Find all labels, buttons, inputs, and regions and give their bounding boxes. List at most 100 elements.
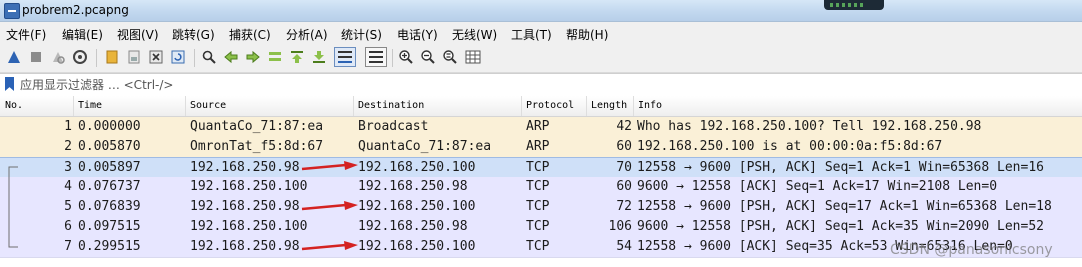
zoom-in-icon[interactable] (398, 49, 414, 65)
packet-row[interactable]: 1 0.000000 QuantaCo_71:87:ea Broadcast A… (0, 117, 1082, 138)
column-divider[interactable] (73, 96, 74, 116)
reload-file-icon[interactable] (170, 49, 186, 65)
column-divider[interactable] (185, 96, 186, 116)
display-filter-input[interactable]: 应用显示过滤器 … <Ctrl-/> (20, 76, 173, 93)
column-divider[interactable] (521, 96, 522, 116)
find-packet-icon[interactable] (201, 49, 217, 65)
toolbar-separator (392, 49, 393, 67)
packet-destination: 192.168.250.98 (358, 219, 468, 234)
packet-source: 192.168.250.98 (190, 160, 300, 175)
title-bar-widget (824, 0, 884, 10)
go-last-icon[interactable] (311, 49, 327, 65)
colorize-icon[interactable] (365, 47, 387, 67)
column-divider[interactable] (353, 96, 354, 116)
filter-bookmark-icon[interactable] (5, 77, 14, 91)
column-header-info[interactable]: Info (638, 100, 662, 111)
packet-source: 192.168.250.100 (190, 179, 308, 194)
packet-time: 0.000000 (78, 119, 141, 134)
packet-destination: 192.168.250.100 (358, 160, 476, 175)
packet-source: OmronTat_f5:8d:67 (190, 139, 324, 154)
go-back-icon[interactable] (223, 49, 239, 65)
packet-length: 72 (616, 199, 632, 214)
column-divider[interactable] (633, 96, 634, 116)
menu-analyze[interactable]: 分析(A) (286, 26, 328, 43)
menu-view[interactable]: 视图(V) (117, 26, 159, 43)
stop-capture-icon[interactable] (28, 49, 44, 65)
zoom-out-icon[interactable] (420, 49, 436, 65)
packet-length: 42 (616, 119, 632, 134)
restart-capture-icon[interactable] (50, 49, 66, 65)
main-toolbar (0, 44, 1082, 73)
packet-length: 106 (608, 219, 632, 234)
wireshark-app-icon (4, 3, 20, 19)
packet-time: 0.005870 (78, 139, 141, 154)
packet-protocol: TCP (526, 219, 550, 234)
column-header-time[interactable]: Time (78, 100, 102, 111)
menu-capture[interactable]: 捕获(C) (229, 26, 271, 43)
packet-info: 12558 → 9600 [PSH, ACK] Seq=1 Ack=1 Win=… (637, 160, 1044, 175)
packet-row-selected[interactable]: 3 0.005897 192.168.250.98 192.168.250.10… (0, 157, 1082, 179)
display-filter-bar: 应用显示过滤器 … <Ctrl-/> (0, 73, 1082, 97)
shark-fin-start-icon[interactable] (6, 49, 22, 65)
menu-tools[interactable]: 工具(T) (511, 26, 552, 43)
packet-row[interactable]: 5 0.076839 192.168.250.98 192.168.250.10… (0, 197, 1082, 218)
packet-protocol: TCP (526, 199, 550, 214)
packet-destination: 192.168.250.100 (358, 199, 476, 214)
go-first-icon[interactable] (289, 49, 305, 65)
packet-length: 60 (616, 139, 632, 154)
packet-source: 192.168.250.100 (190, 219, 308, 234)
packet-time: 0.299515 (78, 239, 141, 254)
packet-list[interactable]: No. Time Source Destination Protocol Len… (0, 96, 1082, 267)
toolbar-separator (194, 49, 195, 67)
title-bar: probrem2.pcapng (0, 0, 1082, 22)
packet-row[interactable]: 6 0.097515 192.168.250.100 192.168.250.9… (0, 217, 1082, 238)
save-file-icon[interactable] (126, 49, 142, 65)
menu-edit[interactable]: 编辑(E) (62, 26, 103, 43)
csdn-watermark: CSDN @panasonicsony (890, 242, 1053, 258)
go-forward-icon[interactable] (245, 49, 261, 65)
packet-destination: Broadcast (358, 119, 429, 134)
autoscroll-icon[interactable] (334, 47, 356, 67)
menu-file[interactable]: 文件(F) (6, 26, 46, 43)
packet-destination: QuantaCo_71:87:ea (358, 139, 492, 154)
annotation-arrow (301, 241, 358, 251)
packet-source: 192.168.250.98 (190, 199, 300, 214)
packet-source: 192.168.250.98 (190, 239, 300, 254)
packet-length: 60 (616, 179, 632, 194)
column-divider[interactable] (586, 96, 587, 116)
packet-protocol: TCP (526, 179, 550, 194)
packet-destination: 192.168.250.98 (358, 179, 468, 194)
menu-bar: 文件(F) 编辑(E) 视图(V) 跳转(G) 捕获(C) 分析(A) 统计(S… (0, 22, 1082, 44)
packet-time: 0.005897 (78, 160, 141, 175)
packet-info: 9600 → 12558 [ACK] Seq=1 Ack=17 Win=2108… (637, 179, 998, 194)
packet-no: 1 (64, 119, 72, 134)
menu-wireless[interactable]: 无线(W) (452, 26, 497, 43)
resize-columns-icon[interactable] (465, 49, 481, 65)
packet-info: Who has 192.168.250.100? Tell 192.168.25… (637, 119, 982, 134)
packet-destination: 192.168.250.100 (358, 239, 476, 254)
menu-go[interactable]: 跳转(G) (172, 26, 215, 43)
menu-telephony[interactable]: 电话(Y) (397, 26, 438, 43)
packet-info: 192.168.250.100 is at 00:00:0a:f5:8d:67 (637, 139, 943, 154)
zoom-normal-icon[interactable] (442, 49, 458, 65)
close-file-icon[interactable] (148, 49, 164, 65)
column-header-destination[interactable]: Destination (358, 100, 424, 111)
column-header-source[interactable]: Source (190, 100, 226, 111)
menu-statistics[interactable]: 统计(S) (341, 26, 382, 43)
packet-protocol: ARP (526, 139, 550, 154)
menu-help[interactable]: 帮助(H) (566, 26, 608, 43)
open-file-icon[interactable] (104, 49, 120, 65)
column-header-protocol[interactable]: Protocol (526, 100, 574, 111)
packet-row[interactable]: 4 0.076737 192.168.250.100 192.168.250.9… (0, 177, 1082, 198)
annotation-arrow (301, 201, 358, 211)
column-header-length[interactable]: Length (591, 100, 627, 111)
packet-row[interactable]: 2 0.005870 OmronTat_f5:8d:67 QuantaCo_71… (0, 137, 1082, 158)
packet-no: 2 (64, 139, 72, 154)
packet-info: 12558 → 9600 [PSH, ACK] Seq=17 Ack=1 Win… (637, 199, 1052, 214)
go-to-packet-icon[interactable] (267, 49, 283, 65)
packet-length: 54 (616, 239, 632, 254)
capture-options-icon[interactable] (72, 49, 88, 65)
window-title: probrem2.pcapng (22, 3, 129, 17)
related-packets-bracket (8, 166, 18, 248)
column-header-no[interactable]: No. (5, 100, 23, 111)
